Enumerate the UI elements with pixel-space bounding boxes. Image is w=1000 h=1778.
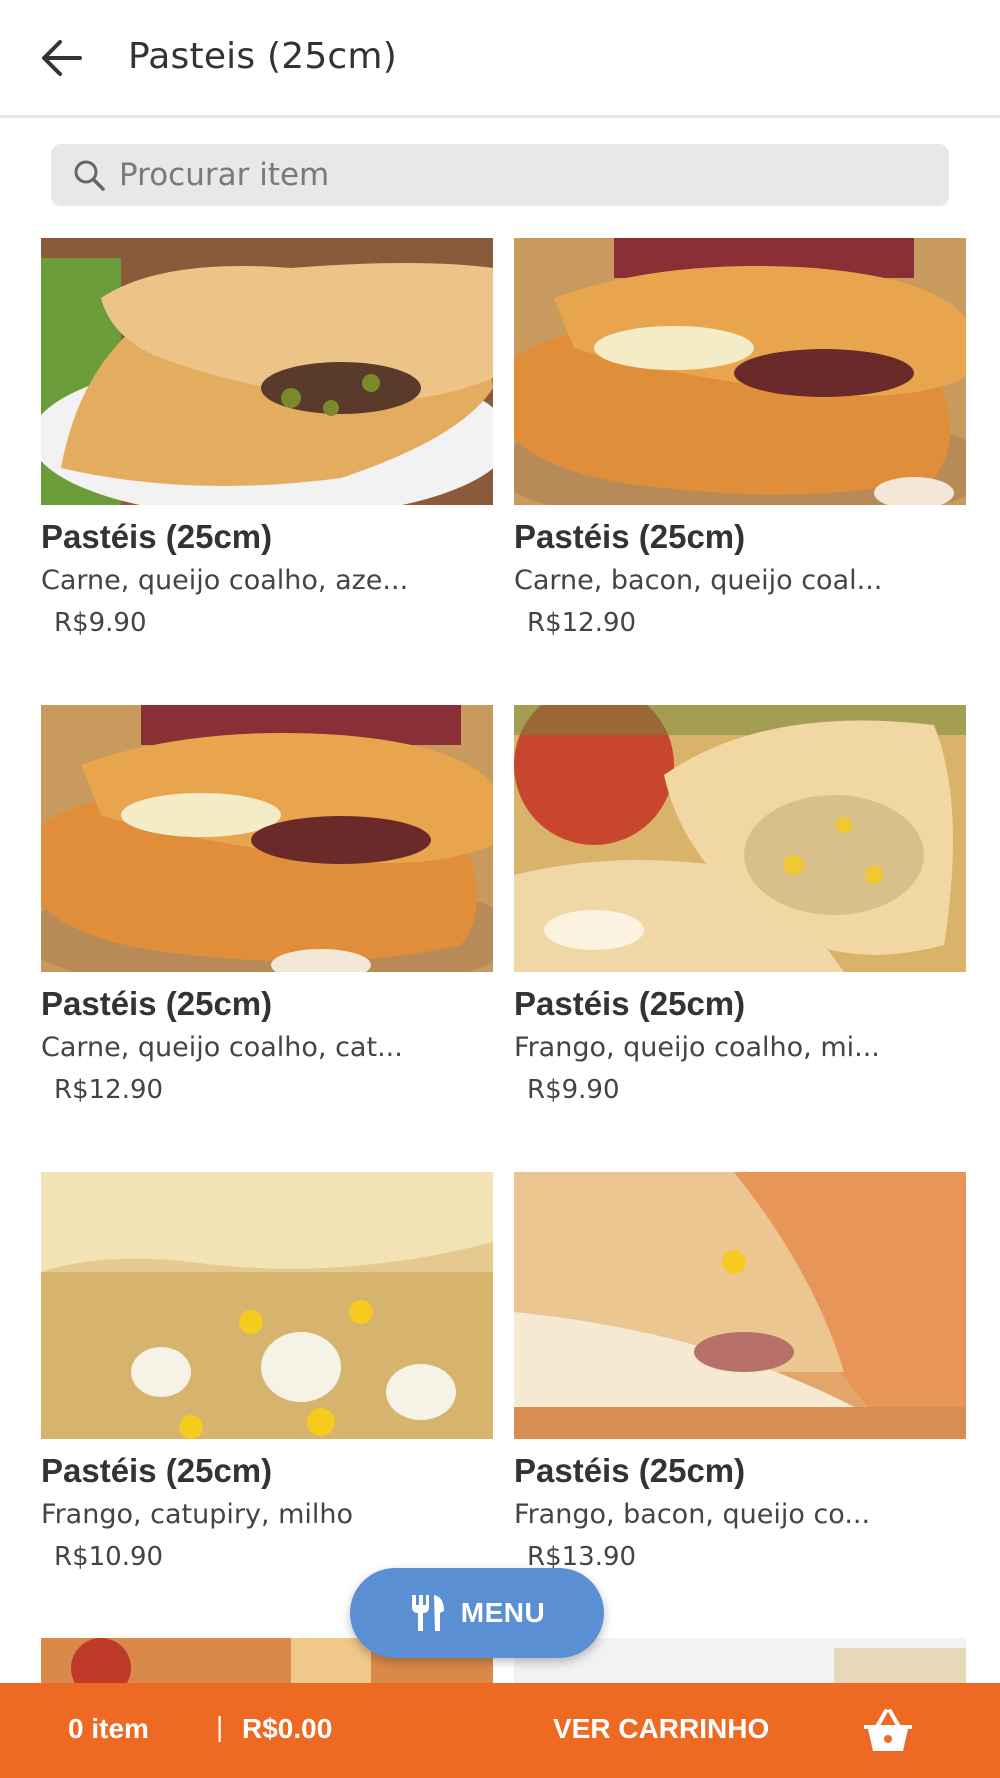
product-price: R$10.90 — [54, 1542, 164, 1572]
product-image — [514, 238, 966, 505]
product-image — [41, 238, 493, 505]
product-card[interactable]: Pastéis (25cm) Frango, catupiry, milho R… — [41, 1172, 493, 1572]
view-cart-button[interactable]: VER CARRINHO — [553, 1713, 769, 1745]
search-bar[interactable] — [51, 144, 949, 206]
cart-total: R$0.00 — [242, 1713, 333, 1744]
product-description: Carne, queijo coalho, aze... — [41, 565, 409, 596]
product-description: Frango, catupiry, milho — [41, 1499, 354, 1530]
product-card[interactable]: Pastéis (25cm) Carne, queijo coalho, aze… — [41, 238, 493, 638]
product-price: R$12.90 — [54, 1075, 164, 1105]
product-name: Pastéis (25cm) — [41, 1452, 273, 1489]
product-description: Carne, bacon, queijo coal... — [514, 565, 883, 596]
product-card[interactable]: Pastéis (25cm) Carne, queijo coalho, cat… — [41, 705, 493, 1105]
product-price: R$9.90 — [527, 1075, 620, 1105]
cart-separator: | — [216, 1711, 224, 1742]
product-image — [514, 705, 966, 972]
product-card[interactable]: Pastéis (25cm) Frango, bacon, queijo co.… — [514, 1172, 966, 1572]
product-name: Pastéis (25cm) — [514, 518, 746, 555]
product-name: Pastéis (25cm) — [514, 985, 746, 1022]
arrow-left-icon — [42, 40, 82, 76]
product-description: Carne, queijo coalho, cat... — [41, 1032, 403, 1063]
cart-item-count: 0 item — [68, 1713, 149, 1744]
product-description: Frango, bacon, queijo co... — [514, 1499, 871, 1530]
search-icon — [69, 155, 109, 195]
product-price: R$12.90 — [527, 608, 637, 638]
product-name: Pastéis (25cm) — [41, 985, 273, 1022]
menu-label: MENU — [460, 1597, 546, 1628]
product-image — [41, 1172, 493, 1439]
product-card[interactable]: Pastéis (25cm) Frango, queijo coalho, mi… — [514, 705, 966, 1105]
product-price: R$9.90 — [54, 608, 147, 638]
back-button[interactable] — [34, 30, 90, 86]
product-card[interactable]: Pastéis (25cm) Carne, bacon, queijo coal… — [514, 238, 966, 638]
product-description: Frango, queijo coalho, mi... — [514, 1032, 880, 1063]
product-name: Pastéis (25cm) — [514, 1452, 746, 1489]
page: Pasteis (25cm) Procurar item Pastéis (25… — [0, 0, 1000, 1778]
menu-button[interactable]: MENU — [350, 1568, 604, 1658]
product-image — [514, 1172, 966, 1439]
search-input[interactable] — [119, 145, 939, 205]
fork-knife-icon — [411, 1595, 444, 1631]
basket-icon[interactable] — [862, 1707, 914, 1755]
cart-bar[interactable]: 0 item | R$0.00 VER CARRINHO — [0, 1683, 1000, 1778]
product-name: Pastéis (25cm) — [41, 518, 273, 555]
page-title: Pasteis (25cm) — [128, 36, 397, 77]
top-app-bar: Pasteis (25cm) — [0, 0, 1000, 118]
product-image — [41, 705, 493, 972]
